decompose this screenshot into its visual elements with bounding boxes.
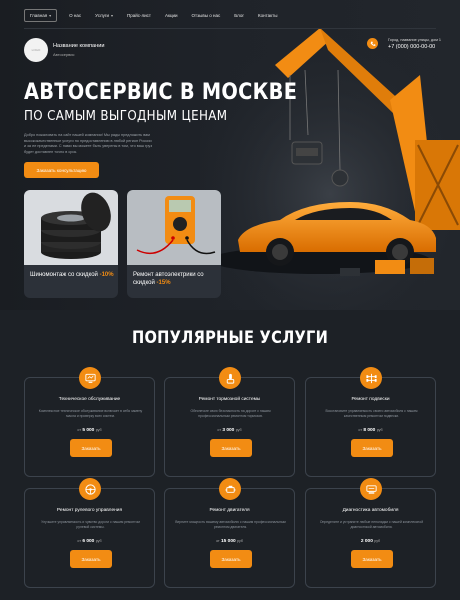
service-description: Верните мощность вашему автомобилю с наш… (175, 520, 286, 529)
nav-item-contacts[interactable]: Контакты (258, 13, 277, 18)
nav-item-label: Контакты (258, 12, 278, 18)
order-button[interactable]: Заказать (351, 550, 393, 568)
service-price: от 8 000 руб (306, 428, 435, 433)
service-price: от 6 000 руб (25, 539, 154, 544)
service-description: Улучшите управляемость и чувство дороги … (41, 520, 140, 529)
price-prefix: от (77, 539, 81, 543)
service-card-car-diagnostics: Диагностика автомобиля Определите и устр… (305, 478, 436, 588)
chassis-suspension-icon (360, 367, 382, 389)
nav-item-label: Услуги (95, 12, 109, 18)
phone-number[interactable]: +7 (000) 000-00-00 (388, 44, 435, 50)
hero-title: АВТОСЕРВИС В МОСКВЕ (24, 80, 298, 105)
nav-item-label: Отзывы о нас (191, 12, 221, 18)
price-currency: руб (95, 539, 102, 543)
price-currency: руб (95, 428, 102, 432)
computer-diagnostic-icon (79, 367, 101, 389)
nav-item-about[interactable]: О нас (69, 13, 81, 18)
service-card-suspension-repair: Ремонт подвески Восстановите управляемос… (305, 367, 436, 477)
price-value: 15 000 (221, 539, 236, 544)
nav-item-label: О нас (69, 12, 82, 18)
promo-card-text: Ремонт автоэлектрики со скидкой -15% (133, 272, 221, 287)
car-diagnostics-icon (360, 478, 382, 500)
promo-title: Шиномонтаж со скидкой (30, 272, 98, 278)
hero-section: Главная ▾ О нас Услуги ▾ Прайс-лист Акции … (0, 0, 460, 310)
service-title: Ремонт подвески (351, 397, 390, 402)
nav-item-promotions[interactable]: Акции (165, 13, 178, 18)
order-button[interactable]: Заказать (70, 550, 112, 568)
service-description: Обеспечьте свою безопасность на дороге с… (190, 409, 271, 418)
service-description: Комплексное техническое обслуживание вкл… (38, 409, 143, 418)
service-description: Определите и устраните любые неполадки с… (319, 520, 424, 529)
service-title: Ремонт рулевого управления (56, 508, 123, 513)
company-name: Название компании (53, 43, 105, 49)
nav-divider (24, 28, 436, 29)
service-description: Восстановите управляемость своего автомо… (325, 409, 418, 418)
order-button[interactable]: Заказать (210, 550, 252, 568)
engine-icon (219, 478, 241, 500)
nav-item-blog[interactable]: Блог (234, 13, 244, 18)
service-title: Ремонт двигателя (209, 508, 250, 513)
promo-discount: -10% (99, 272, 114, 278)
order-button[interactable]: Заказать (351, 439, 393, 457)
order-consultation-button[interactable]: Заказать консультацию (24, 162, 99, 178)
nav-item-home[interactable]: Главная ▾ (24, 8, 58, 22)
brake-handle-icon (219, 367, 241, 389)
steering-wheel-icon (79, 478, 101, 500)
service-card-maintenance: Техническое обслуживание Комплексное тех… (24, 367, 155, 477)
price-value: 2 000 (360, 539, 373, 544)
main-nav: Главная ▾ О нас Услуги ▾ Прайс-лист Акции … (24, 8, 291, 22)
nav-item-label: Блог (234, 12, 245, 18)
promo-card-tire-service[interactable]: Шиномонтаж со скидкой -10% (24, 190, 118, 298)
service-price: 2 000 руб (306, 539, 435, 544)
crane-and-sports-car-image (200, 20, 460, 310)
address-text: Город, название улицы, дом 1 (388, 38, 442, 42)
company-subtitle: Автосервис (53, 52, 75, 57)
hero-subtitle: ПО САМЫМ ВЫГОДНЫМ ЦЕНАМ (24, 108, 228, 124)
order-button[interactable]: Заказать (70, 439, 112, 457)
order-button[interactable]: Заказать (210, 439, 252, 457)
service-title: Диагностика автомобиля (342, 508, 399, 513)
services-section-title: ПОПУЛЯРНЫЕ УСЛУГИ (0, 328, 460, 348)
chevron-down-icon: ▾ (111, 12, 114, 18)
service-card-steering-repair: Ремонт рулевого управления Улучшите упра… (24, 478, 155, 588)
chevron-down-icon: ▾ (49, 12, 52, 18)
hero-intro-text: Добро пожаловать на сайт нашей компании!… (24, 133, 153, 154)
service-title: Техническое обслуживание (58, 397, 121, 402)
price-prefix: от (358, 428, 362, 432)
service-card-brake-repair: Ремонт тормозной системы Обеспечьте свою… (164, 367, 295, 477)
service-price: от 15 000 руб (165, 539, 294, 544)
nav-item-reviews[interactable]: Отзывы о нас (192, 13, 221, 18)
services-title-text: ПОПУЛЯРНЫЕ УСЛУГИ (131, 328, 329, 348)
tires-image (24, 190, 118, 265)
price-currency: руб (376, 428, 383, 432)
price-currency: руб (374, 539, 381, 543)
nav-item-services[interactable]: Услуги ▾ (95, 13, 113, 18)
service-price: от 3 000 руб (165, 428, 294, 433)
price-value: 8 000 (363, 428, 376, 433)
price-currency: руб (237, 539, 243, 543)
promo-discount: -15% (156, 279, 171, 286)
nav-item-price-list[interactable]: Прайс-лист (127, 13, 151, 18)
service-title: Ремонт тормозной системы (198, 397, 261, 402)
price-value: 3 000 (222, 428, 235, 433)
nav-item-label: Акции (164, 12, 178, 18)
nav-item-label: Главная (30, 12, 48, 18)
company-logo[interactable]: LOGO (24, 38, 48, 62)
promo-card-text: Шиномонтаж со скидкой -10% (30, 272, 118, 280)
nav-item-label: Прайс-лист (127, 12, 151, 18)
price-value: 5 000 (82, 428, 95, 433)
price-prefix: от (217, 428, 221, 432)
multimeter-image (127, 190, 221, 265)
price-prefix: от (216, 539, 220, 543)
service-price: от 5 000 руб (25, 428, 154, 433)
phone-icon[interactable] (367, 38, 378, 49)
logo-text: LOGO (31, 48, 41, 52)
price-currency: руб (235, 428, 242, 432)
promo-card-auto-electrics[interactable]: Ремонт автоэлектрики со скидкой -15% (127, 190, 221, 298)
price-value: 6 000 (82, 539, 95, 544)
service-card-engine-repair: Ремонт двигателя Верните мощность вашему… (164, 478, 295, 588)
price-prefix: от (77, 428, 81, 432)
